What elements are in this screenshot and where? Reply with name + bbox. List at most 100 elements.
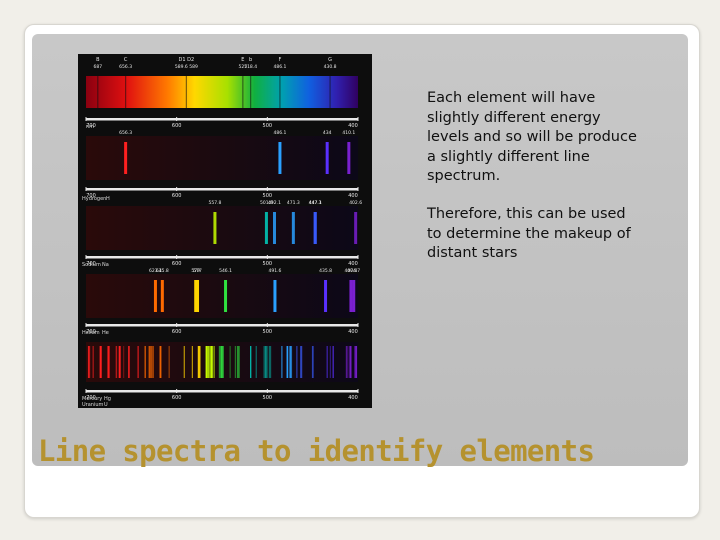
helium-spectrum-band [86, 274, 358, 318]
spectra-svg: B C D1 D2 Eb F G 687 656.3 589.6 589 527518.4 486… [82, 57, 362, 408]
scale-tick [357, 117, 359, 121]
emission-line [346, 346, 349, 378]
emission-line [354, 212, 358, 244]
uranium-symbol: U [104, 402, 108, 408]
scale-tick [266, 323, 268, 327]
scale-tick [85, 187, 87, 191]
scale-mercury: 700 600 500 400 [85, 389, 359, 401]
emission-line [255, 346, 257, 378]
scale-tick [85, 389, 87, 393]
fraunhofer-value: 687 [93, 64, 102, 70]
scale-label: 400 [348, 261, 358, 267]
emission-line [345, 346, 348, 378]
emission-line [291, 212, 295, 244]
sodium-spectrum-band [86, 206, 358, 250]
body-paragraph-1: Each element will have slightly differen… [427, 90, 637, 184]
line-value: 577 [193, 268, 202, 274]
helium-symbol: He [102, 330, 109, 336]
emission-line [272, 212, 276, 244]
scale-continuous: 700 600 500 400 [85, 117, 359, 129]
line-value: 404.7 [347, 268, 360, 274]
scale-label: 400 [348, 329, 358, 335]
fraunhofer-letter: F [278, 57, 281, 63]
fraunhofer-letter: C [124, 57, 128, 63]
helium-line-values: 623.4615.8 579577 546.1 491.6 435.8 407.8404.… [149, 268, 360, 274]
scale-label: 500 [263, 261, 273, 267]
emission-line [152, 346, 154, 378]
scale-hydrogen: 700 600 500 400 [85, 187, 359, 199]
emission-line [281, 346, 283, 378]
line-value: 435.8 [319, 268, 332, 274]
fraunhofer-value: 656.3 [119, 64, 132, 70]
emission-line [349, 346, 352, 378]
scale-tick [266, 255, 268, 259]
hydrogen-line-values: 656.3 486.1 434 410.1 [119, 130, 355, 136]
absorption-line [279, 76, 281, 108]
emission-line [352, 280, 356, 312]
body-paragraph-2: Therefore, this can be used to determine… [427, 206, 631, 261]
emission-line [355, 346, 358, 378]
absorption-line [250, 76, 252, 108]
emission-line [313, 212, 317, 244]
scale-tick [176, 389, 178, 393]
scale-bar [86, 390, 358, 393]
emission-line [118, 346, 121, 378]
line-value: 410.1 [342, 130, 355, 136]
fraunhofer-values: 687 656.3 589.6 589 527518.4 486.1 430.8 [93, 64, 336, 70]
scale-label: 500 [263, 193, 273, 199]
scale-bar [86, 118, 358, 121]
emission-line [218, 346, 220, 378]
emission-line [205, 346, 207, 378]
fraunhofer-letter: D1 D2 [179, 57, 195, 63]
sodium-symbol: Na [102, 262, 109, 268]
absorption-line [125, 76, 127, 108]
scale-tick [176, 255, 178, 259]
line-value: 546.1 [219, 268, 232, 274]
fraunhofer-value: 430.8 [324, 64, 337, 70]
emission-line [208, 346, 211, 378]
emission-line [263, 346, 265, 378]
emission-line [108, 346, 110, 378]
unit-label: nm [86, 124, 94, 130]
scale-bar [86, 324, 358, 327]
emission-line [311, 346, 314, 378]
scale-label: 400 [348, 123, 358, 129]
emission-line [273, 280, 277, 312]
scale-tick [357, 389, 359, 393]
scale-label: 400 [348, 395, 358, 401]
emission-line [159, 346, 162, 378]
emission-line [144, 346, 146, 378]
scale-label: 600 [172, 395, 182, 401]
fraunhofer-value: 589.6 589 [175, 64, 198, 70]
hydrogen-label: Hydrogen [82, 196, 106, 202]
emission-line [150, 346, 153, 378]
emission-line [183, 346, 185, 378]
scale-label: 400 [348, 193, 358, 199]
scale-label: 500 [263, 329, 273, 335]
sodium-label: Sodium [82, 262, 101, 268]
scale-sodium: 700 600 500 400 [85, 255, 359, 267]
emission-line [210, 346, 213, 378]
scale-label: 500 [263, 123, 273, 129]
sodium-line-values: 557.8 447.3501.0492.1 471.3 447.1 402.6 [208, 200, 362, 206]
emission-line [221, 346, 224, 378]
emission-line [213, 346, 215, 378]
scale-tick [85, 323, 87, 327]
emission-line [123, 346, 125, 378]
absorption-line [185, 76, 187, 108]
scale-tick [176, 323, 178, 327]
emission-line [296, 346, 298, 378]
scale-tick [176, 187, 178, 191]
emission-line [115, 346, 118, 378]
emission-line [326, 346, 328, 378]
absorption-line [329, 76, 331, 108]
scale-tick [85, 255, 87, 259]
uranium-label: Uranium [82, 402, 104, 408]
emission-line [220, 346, 222, 378]
fraunhofer-letters: B C D1 D2 Eb F G [96, 57, 332, 63]
scale-bar [86, 256, 358, 259]
slide-title: Line spectra to identify elements [38, 434, 595, 468]
emission-line [332, 346, 334, 378]
emission-line [268, 346, 270, 378]
emission-line [148, 346, 150, 378]
